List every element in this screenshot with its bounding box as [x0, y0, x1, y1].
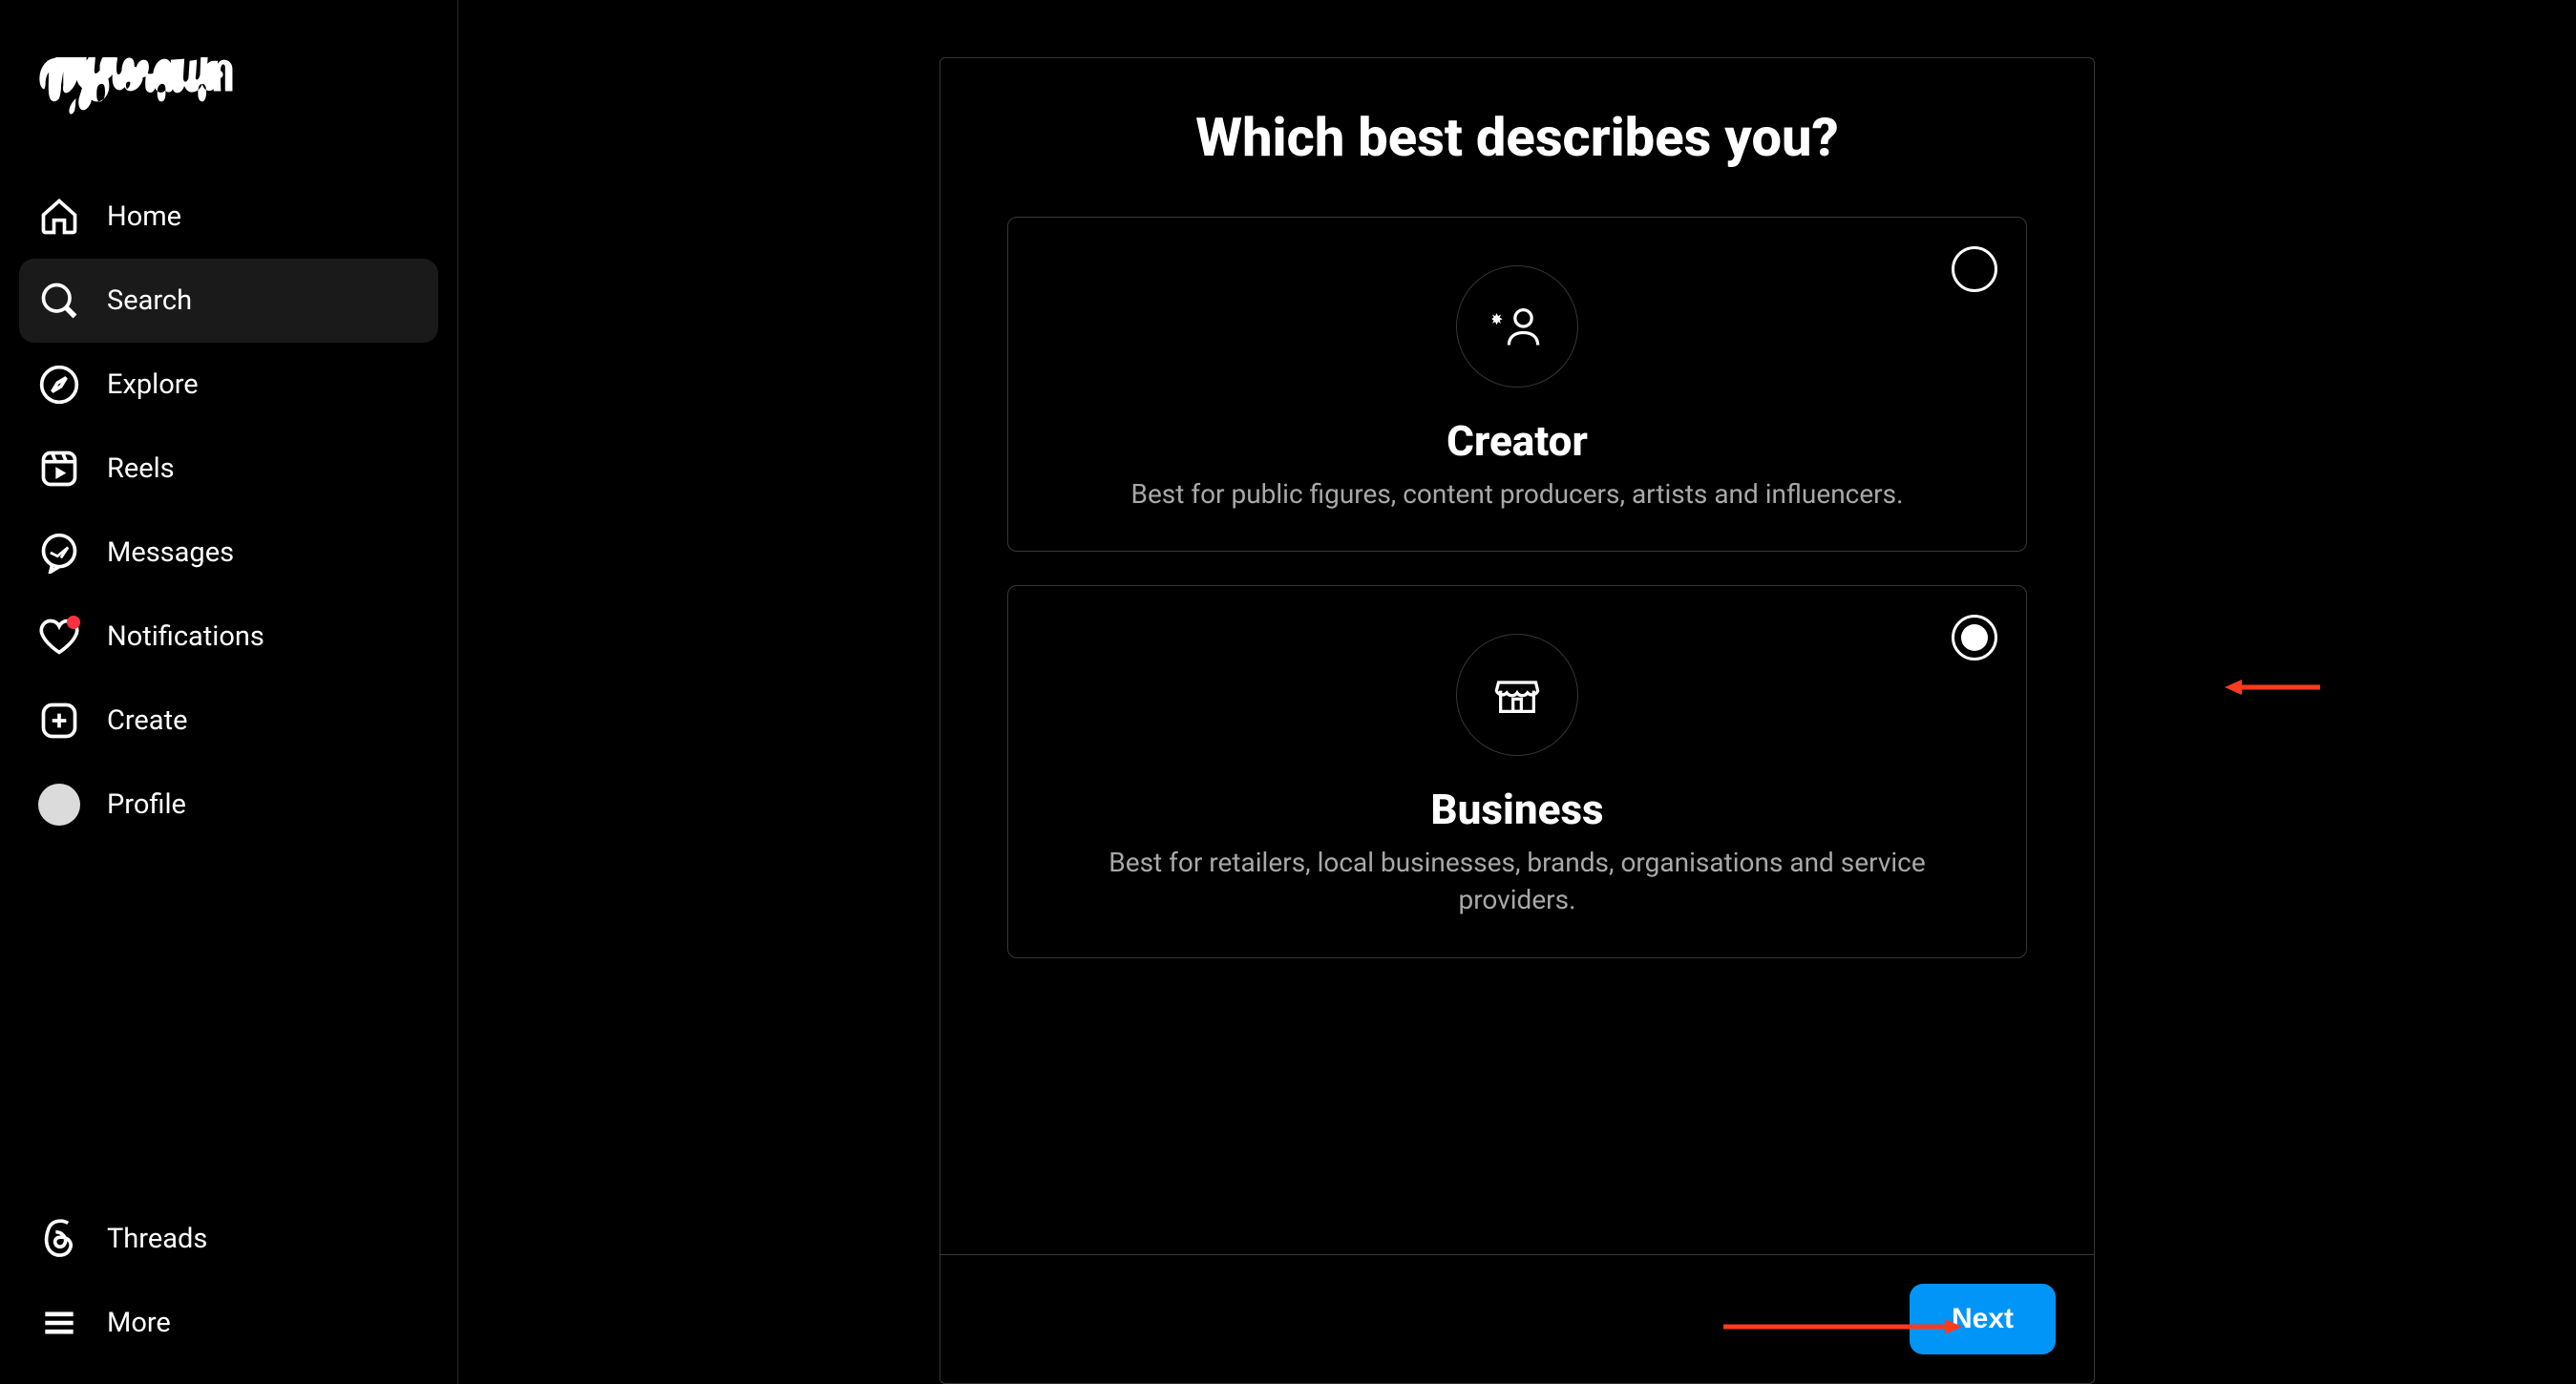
nav-item-home[interactable]: Home [19, 175, 438, 259]
nav-item-explore[interactable]: Explore [19, 343, 438, 427]
nav-label: More [107, 1307, 171, 1339]
nav-item-search[interactable]: Search [19, 259, 438, 343]
nav-label: Profile [107, 788, 186, 821]
avatar [38, 784, 80, 826]
reels-icon [38, 448, 80, 490]
instagram-logo[interactable] [19, 38, 438, 156]
next-button[interactable]: Next [1910, 1284, 2056, 1354]
nav-item-profile[interactable]: Profile [19, 763, 438, 847]
option-title: Creator [1046, 416, 1988, 466]
option-description: Best for public figures, content produce… [1087, 475, 1947, 513]
search-icon [38, 280, 80, 322]
nav-item-threads[interactable]: Threads [19, 1197, 438, 1281]
instagram-wordmark-icon [38, 57, 239, 115]
dialog-body: Which best describes you? Creator Best f… [940, 58, 2094, 1030]
radio-creator[interactable] [1952, 246, 1997, 292]
nav-item-reels[interactable]: Reels [19, 427, 438, 511]
creator-icon [1456, 265, 1578, 388]
option-business[interactable]: Business Best for retailers, local busin… [1007, 585, 2027, 957]
nav-item-more[interactable]: More [19, 1281, 438, 1365]
nav-label: Notifications [107, 620, 264, 653]
nav-label: Threads [107, 1223, 207, 1255]
messages-icon [38, 532, 80, 574]
option-title: Business [1046, 785, 1988, 834]
nav-label: Messages [107, 536, 234, 569]
nav-list: Home Search Explore Reels Messages [19, 175, 438, 847]
nav-item-create[interactable]: Create [19, 679, 438, 763]
nav-item-notifications[interactable]: Notifications [19, 595, 438, 679]
menu-icon [38, 1302, 80, 1344]
compass-icon [38, 364, 80, 406]
nav-label: Reels [107, 452, 175, 485]
nav-item-messages[interactable]: Messages [19, 511, 438, 595]
nav-label: Search [107, 284, 192, 317]
heart-icon [38, 616, 80, 658]
nav-label: Home [107, 200, 181, 233]
option-creator[interactable]: Creator Best for public figures, content… [1007, 217, 2027, 552]
radio-business[interactable] [1952, 615, 1997, 661]
sidebar: Home Search Explore Reels Messages [0, 0, 458, 1384]
nav-label: Explore [107, 368, 199, 401]
home-icon [38, 196, 80, 238]
nav-label: Create [107, 704, 187, 737]
business-icon [1456, 634, 1578, 756]
notification-dot [67, 616, 80, 629]
dialog-footer: Next [940, 1254, 2094, 1383]
plus-icon [38, 700, 80, 742]
bottom-nav: Threads More [19, 1197, 438, 1365]
threads-icon [38, 1218, 80, 1260]
main-content: Which best describes you? Creator Best f… [458, 0, 2576, 1384]
account-type-dialog: Which best describes you? Creator Best f… [940, 57, 2095, 1384]
dialog-title: Which best describes you? [1007, 106, 2027, 169]
option-description: Best for retailers, local businesses, br… [1087, 844, 1947, 918]
